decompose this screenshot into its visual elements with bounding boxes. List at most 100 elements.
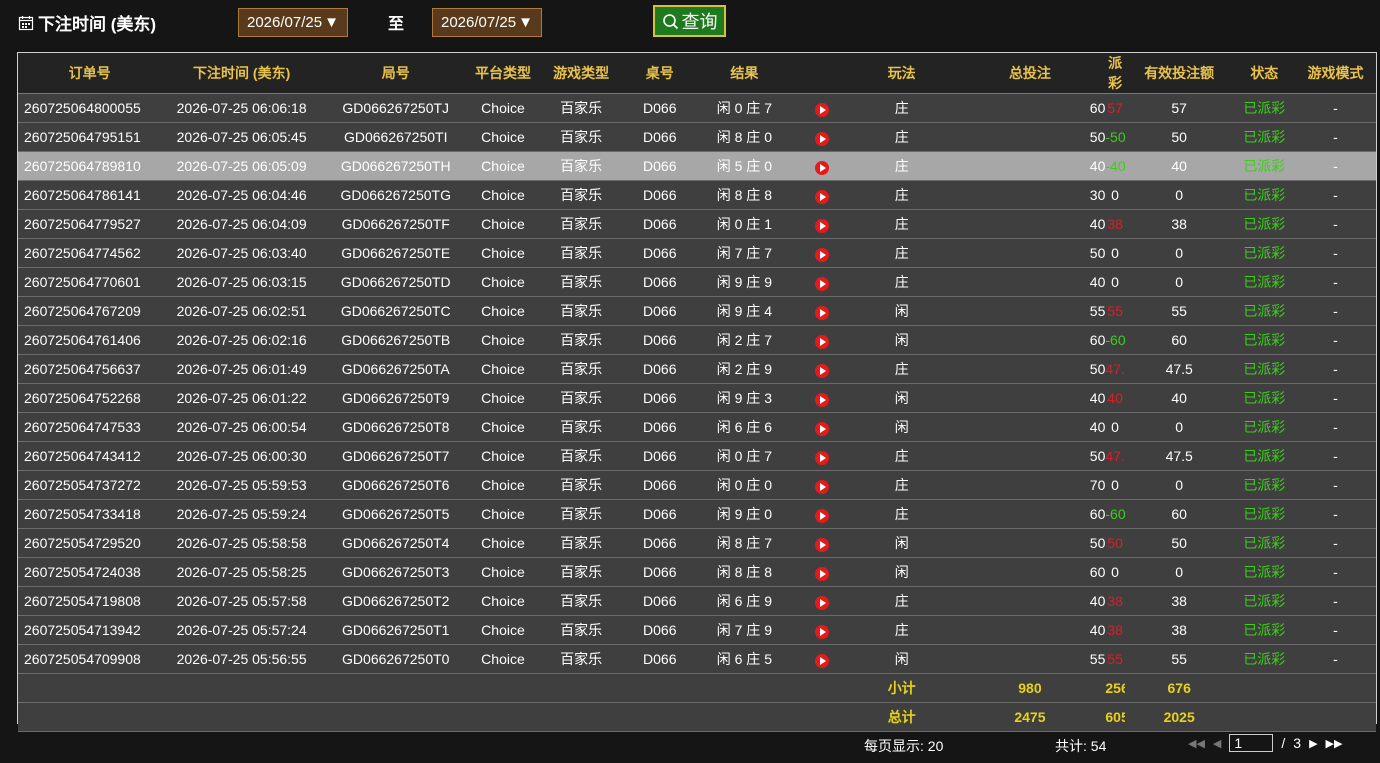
play-video-icon[interactable] [814,335,829,350]
dropdown-triangle-icon: ▼ [324,14,339,31]
play-video-icon[interactable] [814,219,829,234]
column-header: 玩法 [848,53,955,94]
query-button[interactable]: 查询 [653,5,726,37]
table-row[interactable]: 260725064786141 2026-07-25 06:04:46 GD0662… [18,180,1376,210]
round-id-cell: GD066267250T7 [321,441,470,471]
play-video-icon[interactable] [814,480,829,495]
payout-cell: -40 [1105,151,1125,181]
round-id-cell: GD066267250T0 [321,644,470,674]
total-bet-cell: 40 [954,383,1106,413]
play-video-icon[interactable] [814,422,829,437]
order-id-cell: 260725054709908 [18,644,162,674]
table-row[interactable]: 260725054709908 2026-07-25 05:56:55 GD0662… [18,644,1376,674]
page-number-input[interactable] [1229,734,1274,752]
payout-cell: -50 [1105,122,1125,152]
play-video-icon[interactable] [814,567,829,582]
play-video-icon[interactable] [814,306,829,321]
platform-cell: Choice [469,412,537,442]
play-video-icon[interactable] [814,103,829,118]
round-id-cell: GD066267250T3 [321,557,470,587]
play-video-icon[interactable] [814,509,829,524]
order-id-cell: 260725064747533 [18,412,162,442]
bet-time-cell: 2026-07-25 05:57:24 [161,615,322,645]
payout-cell: 38 [1105,209,1125,239]
play-video-icon[interactable] [814,161,829,176]
summary-total-bet: 980 [954,673,1106,703]
status-cell: 已派彩 [1233,296,1296,326]
table-id-cell: D066 [625,441,694,471]
bet-time-cell: 2026-07-25 06:00:30 [161,441,322,471]
start-date-select[interactable]: 2026/07/25 ▼ [238,8,348,37]
table-row[interactable]: 260725064756637 2026-07-25 06:01:49 GD0662… [18,354,1376,384]
table-row[interactable]: 260725064767209 2026-07-25 06:02:51 GD0662… [18,296,1376,326]
status-cell: 已派彩 [1233,528,1296,558]
table-row[interactable]: 260725064770601 2026-07-25 06:03:15 GD0662… [18,267,1376,297]
play-video-icon[interactable] [814,190,829,205]
game-type-cell: 百家乐 [536,528,626,558]
total-bet-cell: 60 [954,499,1106,529]
play-video-icon[interactable] [814,132,829,147]
bet-type-cell: 闲 [848,325,955,355]
play-video-icon[interactable] [814,393,829,408]
table-id-cell: D066 [625,499,694,529]
valid-bet-cell: 40 [1124,151,1234,181]
prev-page-icon[interactable]: ◀ [1213,737,1221,750]
table-id-cell: D066 [625,528,694,558]
table-row[interactable]: 260725054737272 2026-07-25 05:59:53 GD0662… [18,470,1376,500]
replay-cell [795,615,849,645]
play-video-icon[interactable] [814,654,829,669]
table-row[interactable]: 260725064743412 2026-07-25 06:00:30 GD0662… [18,441,1376,471]
table-row[interactable]: 260725054724038 2026-07-25 05:58:25 GD0662… [18,557,1376,587]
order-id-cell: 260725064774562 [18,238,162,268]
first-page-icon[interactable]: ◀◀ [1188,737,1205,750]
column-header: 局号 [321,53,470,94]
result-cell: 闲 6 庄 5 [693,644,796,674]
play-video-icon[interactable] [814,596,829,611]
total-bet-cell: 40 [954,615,1106,645]
round-id-cell: GD066267250TC [321,296,470,326]
replay-cell [795,412,849,442]
status-cell: 已派彩 [1233,180,1296,210]
table-row[interactable]: 260725064752268 2026-07-25 06:01:22 GD0662… [18,383,1376,413]
game-mode-cell: - [1295,615,1376,645]
replay-cell [795,238,849,268]
play-video-icon[interactable] [814,451,829,466]
total-bet-cell: 50 [954,528,1106,558]
play-video-icon[interactable] [814,248,829,263]
table-row[interactable]: 260725064779527 2026-07-25 06:04:09 GD0662… [18,209,1376,239]
order-id-cell: 260725064795151 [18,122,162,152]
total-bet-cell: 50 [954,238,1106,268]
total-bet-cell: 70 [954,470,1106,500]
table-row[interactable]: 260725064795151 2026-07-25 06:05:45 GD0662… [18,122,1376,152]
per-page-label: 每页显示: 20 [864,738,944,754]
game-mode-cell: - [1295,238,1376,268]
table-row[interactable]: 260725054729520 2026-07-25 05:58:58 GD0662… [18,528,1376,558]
table-row[interactable]: 260725064800055 2026-07-25 06:06:18 GD0662… [18,93,1376,123]
table-row[interactable]: 260725054719808 2026-07-25 05:57:58 GD0662… [18,586,1376,616]
status-cell: 已派彩 [1233,615,1296,645]
table-row[interactable]: 260725064789810 2026-07-25 06:05:09 GD0662… [18,151,1376,181]
table-row[interactable]: 260725064774562 2026-07-25 06:03:40 GD0662… [18,238,1376,268]
play-video-icon[interactable] [814,538,829,553]
play-video-icon[interactable] [814,625,829,640]
bet-time-filter-label: 下注时间 (美东) [18,10,156,35]
next-page-icon[interactable]: ▶ [1309,737,1317,750]
table-row[interactable]: 260725054733418 2026-07-25 05:59:24 GD0662… [18,499,1376,529]
game-mode-cell: - [1295,383,1376,413]
play-video-icon[interactable] [814,364,829,379]
round-id-cell: GD066267250TG [321,180,470,210]
end-date-select[interactable]: 2026/07/25 ▼ [432,8,542,37]
replay-cell [795,296,849,326]
last-page-icon[interactable]: ▶▶ [1326,737,1343,750]
game-type-cell: 百家乐 [536,470,626,500]
order-id-cell: 260725064800055 [18,93,162,123]
table-row[interactable]: 260725054713942 2026-07-25 05:57:24 GD0662… [18,615,1376,645]
table-row[interactable]: 260725064761406 2026-07-25 06:02:16 GD0662… [18,325,1376,355]
result-cell: 闲 8 庄 8 [693,557,796,587]
table-id-cell: D066 [625,238,694,268]
bet-type-cell: 闲 [848,296,955,326]
play-video-icon[interactable] [814,277,829,292]
platform-cell: Choice [469,644,537,674]
table-row[interactable]: 260725064747533 2026-07-25 06:00:54 GD0662… [18,412,1376,442]
table-id-cell: D066 [625,180,694,210]
